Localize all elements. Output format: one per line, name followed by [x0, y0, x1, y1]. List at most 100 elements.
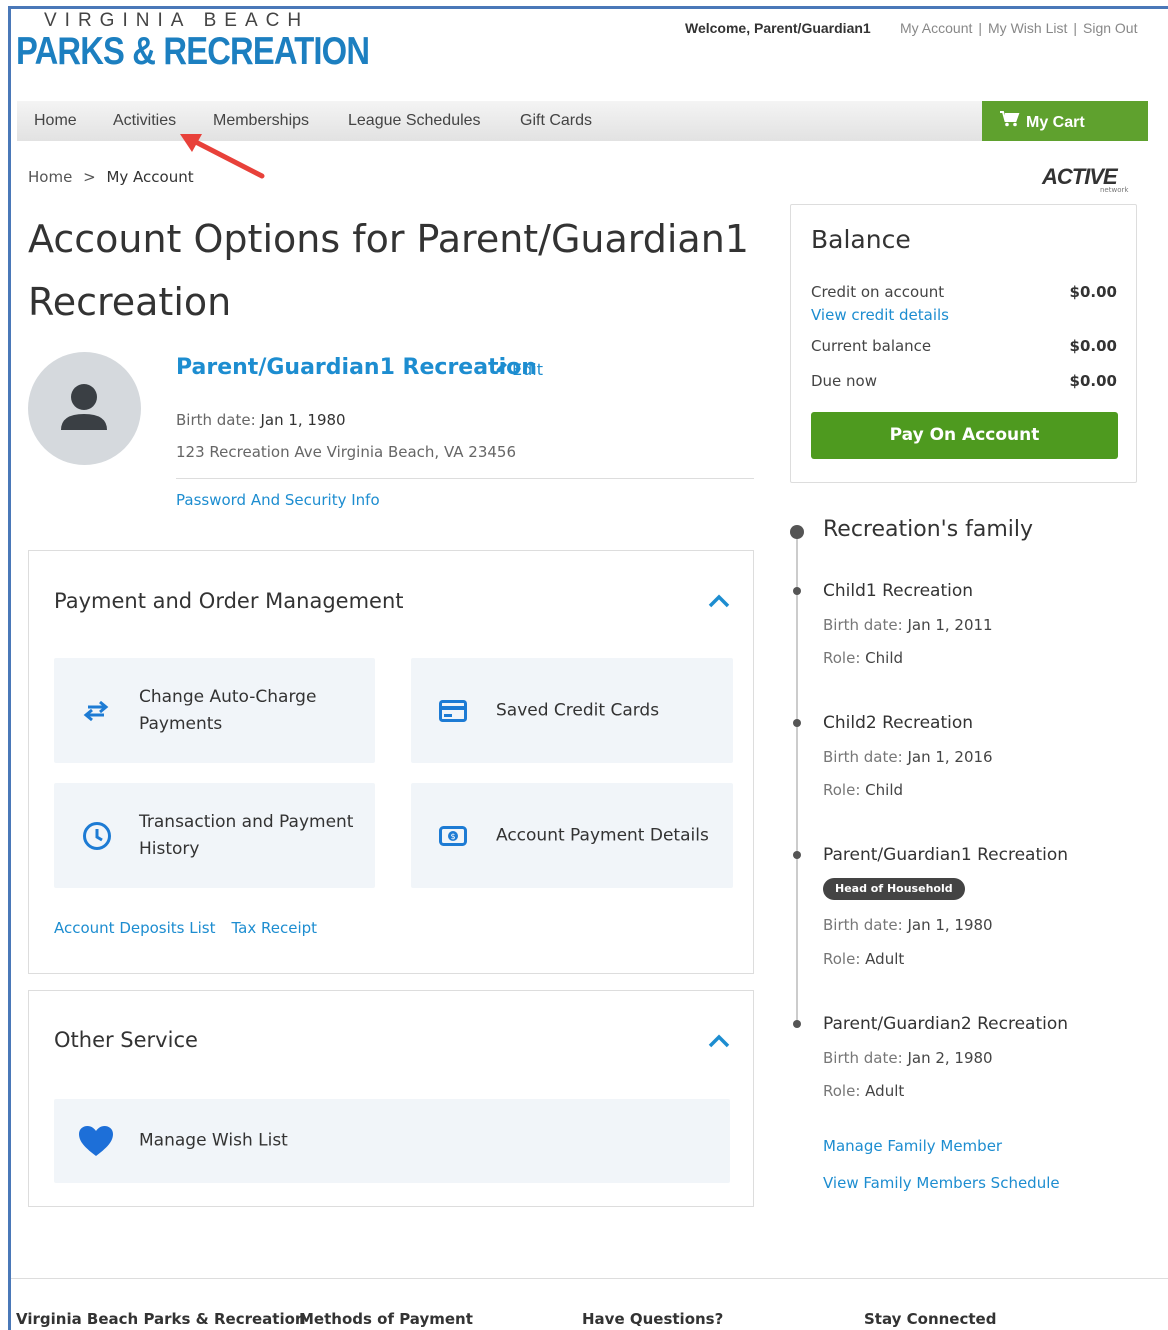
profile-divider	[176, 478, 754, 479]
swap-arrows-icon	[83, 700, 109, 721]
manage-wish-list-tile[interactable]: Manage Wish List	[54, 1099, 730, 1183]
timeline-dot	[793, 719, 801, 727]
current-balance-label: Current balance	[811, 337, 932, 355]
profile-birth-date: Birth date: Jan 1, 1980	[176, 411, 346, 429]
heart-icon	[79, 1126, 113, 1156]
family-member-birth: Birth date: Jan 1, 2016	[823, 748, 993, 766]
logo-top-text[interactable]: VIRGINIA BEACH	[44, 10, 309, 32]
timeline-dot	[793, 587, 801, 595]
clock-icon	[83, 821, 111, 850]
balance-title: Balance	[811, 225, 911, 254]
breadcrumb-separator: >	[83, 168, 96, 186]
birth-value: Jan 2, 1980	[907, 1049, 993, 1067]
saved-credit-cards-tile[interactable]: Saved Credit Cards	[411, 658, 733, 763]
birth-value: Jan 1, 2011	[907, 616, 993, 634]
account-deposits-link[interactable]: Account Deposits List	[54, 919, 215, 937]
family-member-name: Parent/Guardian2 Recreation	[823, 1014, 1069, 1034]
timeline-dot	[793, 1020, 801, 1028]
current-balance-row: Current balance $0.00	[811, 337, 1117, 355]
credit-label: Credit on account	[811, 283, 945, 301]
chevron-up-icon[interactable]	[707, 1033, 731, 1049]
link-separator: |	[1073, 20, 1077, 36]
pencil-icon	[496, 362, 507, 373]
family-member-name: Parent/Guardian1 Recreation	[823, 845, 1069, 865]
family-member-birth: Birth date: Jan 1, 2011	[823, 616, 993, 634]
family-member-birth: Birth date: Jan 1, 1980	[823, 916, 993, 934]
footer-col-connected: Stay Connected	[864, 1310, 997, 1328]
due-now-value: $0.00	[1069, 372, 1117, 390]
account-payment-details-tile[interactable]: $ Account Payment Details	[411, 783, 733, 888]
cart-icon	[1000, 111, 1020, 127]
password-security-link[interactable]: Password And Security Info	[176, 491, 380, 509]
credit-card-icon	[439, 699, 467, 722]
tile-label: Manage Wish List	[139, 1130, 288, 1151]
page-title: Account Options for Parent/Guardian1 Rec…	[28, 217, 749, 324]
edit-label: Edit	[512, 360, 543, 379]
my-account-link[interactable]: My Account	[900, 20, 972, 36]
family-member-name: Child2 Recreation	[823, 713, 974, 733]
money-icon: $	[439, 825, 467, 846]
family-title: Recreation's family	[823, 517, 1034, 542]
active-network-sub: network	[1100, 186, 1129, 194]
nav-item-memberships[interactable]: Memberships	[213, 112, 309, 130]
other-panel-title: Other Service	[54, 1028, 198, 1052]
top-links: My Account | My Wish List | Sign Out	[900, 20, 1137, 36]
pay-on-account-button[interactable]: Pay On Account	[811, 412, 1118, 459]
footer-divider	[11, 1278, 1168, 1279]
user-icon	[61, 384, 107, 430]
family-member-role: Role: Adult	[823, 1082, 904, 1100]
footer-col-questions: Have Questions?	[582, 1310, 724, 1328]
nav-item-gift-cards[interactable]: Gift Cards	[520, 112, 592, 130]
family-member-role: Role: Child	[823, 649, 903, 667]
avatar	[28, 352, 141, 465]
nav-item-home[interactable]: Home	[34, 112, 77, 130]
my-wish-list-link[interactable]: My Wish List	[988, 20, 1067, 36]
role-label: Role:	[823, 781, 861, 799]
profile-name: Parent/Guardian1 Recreation	[176, 355, 537, 380]
other-service-panel: Other Service Manage Wish List	[28, 990, 754, 1207]
sign-out-link[interactable]: Sign Out	[1083, 20, 1137, 36]
footer-col-payment: Methods of Payment	[299, 1310, 473, 1328]
transaction-history-tile[interactable]: Transaction and Payment History	[54, 783, 375, 888]
role-value: Adult	[865, 1082, 905, 1100]
family-member-birth: Birth date: Jan 2, 1980	[823, 1049, 993, 1067]
nav-item-activities[interactable]: Activities	[113, 112, 176, 130]
timeline-dot	[790, 525, 804, 539]
payment-panel-title: Payment and Order Management	[54, 589, 404, 613]
tile-label: Account Payment Details	[496, 825, 709, 845]
tile-label: Change Auto-Charge Payments	[139, 686, 317, 734]
breadcrumb-current: My Account	[106, 168, 194, 186]
birth-label: Birth date:	[823, 616, 903, 634]
role-label: Role:	[823, 649, 861, 667]
birth-value: Jan 1, 1980	[260, 411, 346, 429]
birth-value: Jan 1, 2016	[907, 748, 993, 766]
breadcrumb: Home > My Account	[28, 168, 194, 186]
current-balance-value: $0.00	[1069, 337, 1117, 355]
welcome-text: Welcome, Parent/Guardian1	[685, 20, 871, 36]
tile-label: Saved Credit Cards	[496, 700, 660, 720]
birth-label: Birth date:	[176, 411, 256, 429]
nav-item-league-schedules[interactable]: League Schedules	[348, 112, 481, 130]
payment-order-panel: Payment and Order Management Change Auto…	[28, 550, 754, 974]
view-credit-details-link[interactable]: View credit details	[811, 306, 949, 324]
role-value: Adult	[865, 950, 905, 968]
credit-value: $0.00	[1069, 283, 1117, 301]
my-cart-button[interactable]: My Cart	[982, 101, 1148, 141]
chevron-up-icon[interactable]	[707, 593, 731, 609]
family-member-role: Role: Child	[823, 781, 903, 799]
breadcrumb-home[interactable]: Home	[28, 168, 72, 186]
manage-family-member-link[interactable]: Manage Family Member	[823, 1137, 1002, 1155]
family-member-name: Child1 Recreation	[823, 581, 974, 601]
birth-label: Birth date:	[823, 916, 903, 934]
footer-col-parks: Virginia Beach Parks & Recreation	[16, 1310, 306, 1328]
family-member-role: Role: Adult	[823, 950, 904, 968]
view-family-schedule-link[interactable]: View Family Members Schedule	[823, 1174, 1060, 1192]
due-now-row: Due now $0.00	[811, 372, 1117, 390]
birth-value: Jan 1, 1980	[907, 916, 993, 934]
tile-label: Transaction and Payment History	[139, 811, 354, 859]
tax-receipt-link[interactable]: Tax Receipt	[231, 919, 317, 937]
change-auto-charge-tile[interactable]: Change Auto-Charge Payments	[54, 658, 375, 763]
edit-profile-button[interactable]: Edit	[494, 360, 543, 379]
logo-main-text[interactable]: PARKS & RECREATION	[16, 30, 370, 74]
svg-text:$: $	[450, 832, 455, 841]
